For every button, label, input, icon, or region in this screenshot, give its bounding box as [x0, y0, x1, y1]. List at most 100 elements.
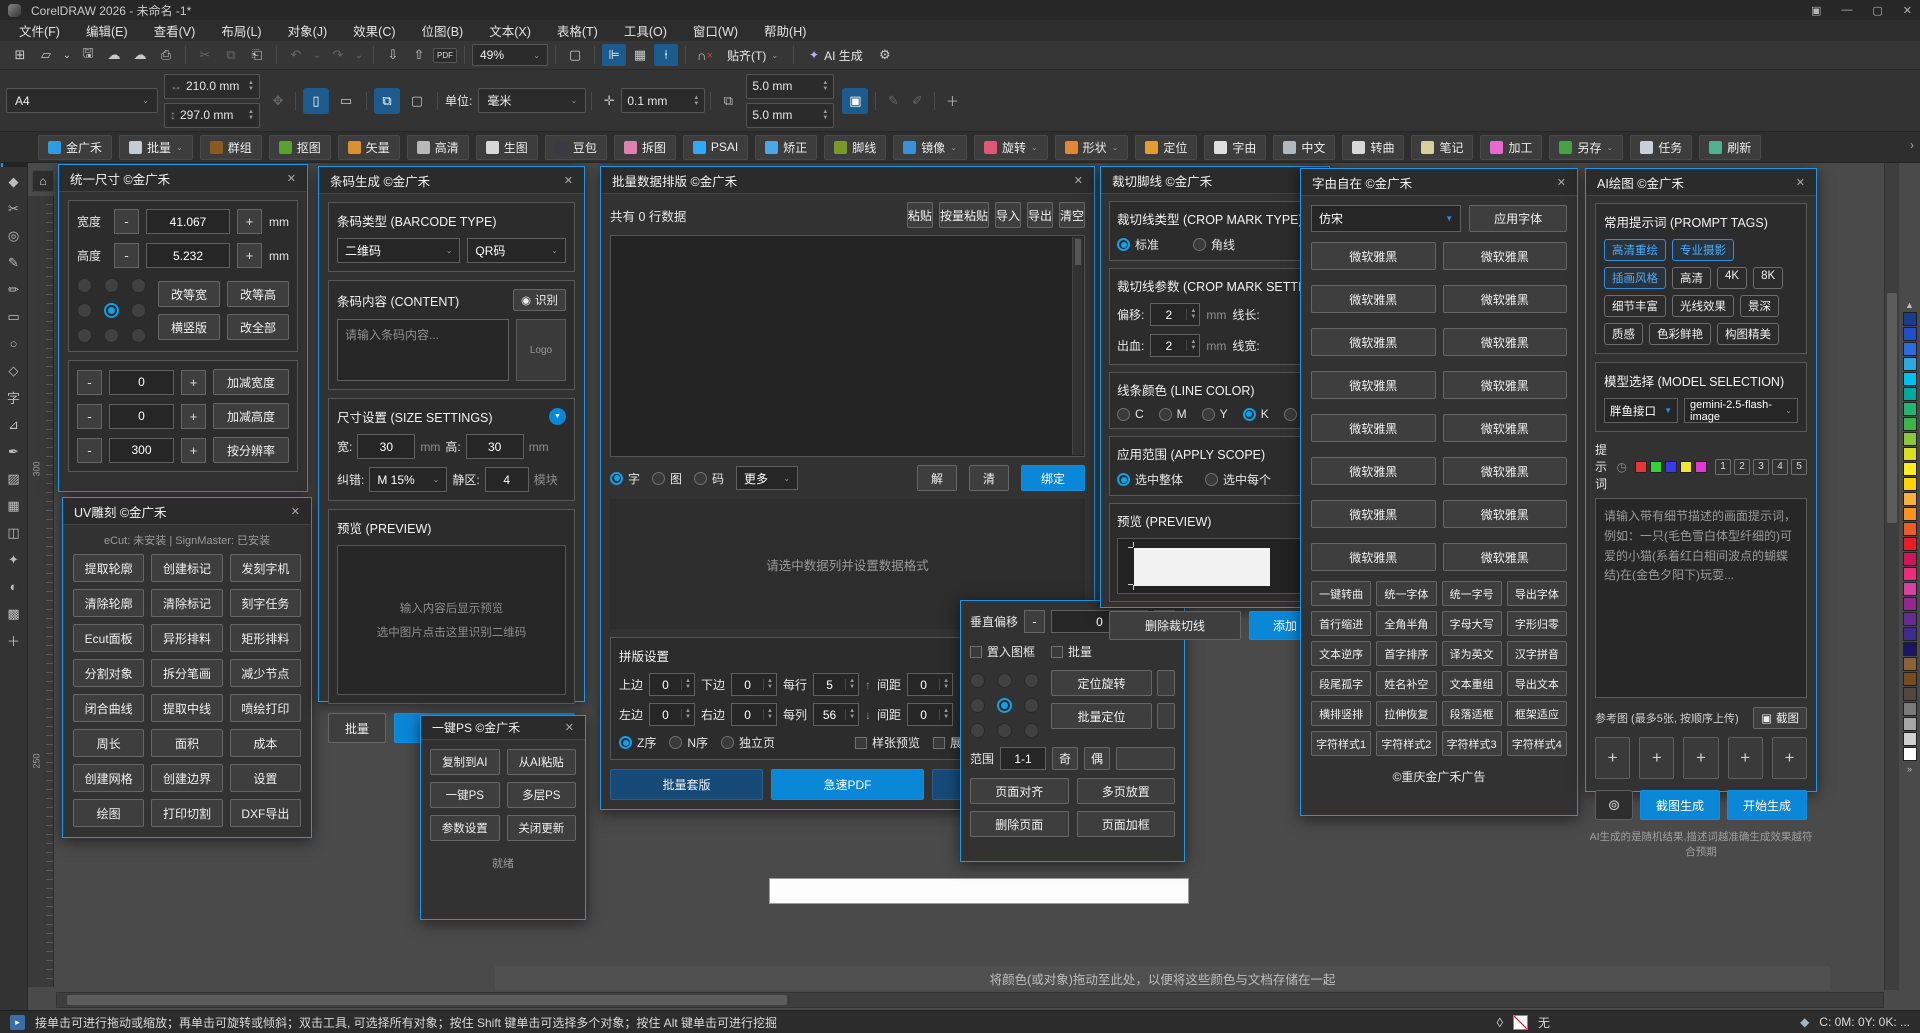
eyedropper-tool[interactable]: ✦ [1, 547, 27, 572]
text-tool-button[interactable]: 译为英文 [1442, 641, 1502, 666]
increase-button[interactable]: + [181, 404, 206, 429]
plugin-jinguanghe[interactable]: 金广禾 [38, 135, 112, 160]
outline-color-icon[interactable]: ◆ [1800, 1015, 1809, 1029]
transparency-tool[interactable]: ◐ [1, 574, 27, 599]
redo-icon[interactable]: ↷ [326, 44, 350, 66]
toolbar-overflow-icon[interactable]: › [1910, 138, 1914, 152]
api-select[interactable]: 胖鱼接口▼ [1604, 398, 1678, 423]
type-code-radio[interactable]: 码 [694, 470, 724, 487]
text-tool-button[interactable]: 统一字体 [1376, 581, 1436, 606]
copy-icon[interactable]: ⧉ [219, 44, 243, 66]
edit-fill-icon[interactable]: ✎ [881, 89, 905, 113]
cut-icon[interactable]: ✂ [193, 44, 217, 66]
palette-color[interactable] [1903, 612, 1917, 626]
anchor-dot[interactable] [131, 278, 146, 293]
range-value[interactable]: 1-1 [1000, 747, 1046, 770]
uv-action-button[interactable]: 刻字任务 [230, 589, 301, 617]
plugin-psai[interactable]: PSAI [683, 135, 748, 160]
rulers-toggle-icon[interactable]: ⊫ [602, 44, 626, 66]
uv-action-button[interactable]: 喷绘打印 [230, 694, 301, 722]
prompt-color-swatch[interactable] [1695, 461, 1707, 473]
z-order-radio[interactable]: Z序 [619, 734, 656, 751]
quiet-zone-value[interactable]: 4 [485, 467, 529, 492]
text-tool-button[interactable]: 字符样式1 [1311, 731, 1371, 756]
plugin-cutout[interactable]: 抠图 [269, 135, 331, 160]
position-rotate-button[interactable]: 定位旋转 [1051, 670, 1152, 696]
data-toolbar-button[interactable]: 粘贴 [907, 202, 933, 228]
data-toolbar-button[interactable]: 导入 [995, 202, 1021, 228]
text-tool-button[interactable]: 首字排序 [1376, 641, 1436, 666]
even-pages-button[interactable]: 偶 [1084, 747, 1110, 770]
barcode-content-input[interactable]: 请输入条码内容... [337, 319, 509, 381]
page-height-field[interactable]: ↕297.0 mm▲▼ [164, 103, 260, 128]
plugin-tocurve[interactable]: 转曲 [1342, 135, 1404, 160]
palette-color[interactable] [1903, 642, 1917, 656]
uv-action-button[interactable]: 提取轮廓 [73, 554, 144, 582]
shape-tool[interactable]: ◆ [1, 169, 27, 194]
logo-slot[interactable]: Logo [516, 319, 566, 381]
print-icon[interactable]: ⎙ [154, 44, 178, 66]
palette-color[interactable] [1903, 327, 1917, 341]
more-tools[interactable]: ＋ [1, 628, 27, 653]
clipped-button[interactable] [1116, 747, 1175, 770]
screenshot-button[interactable]: ▣截图 [1753, 707, 1807, 729]
font-preset-button[interactable]: 微软雅黑 [1311, 500, 1436, 528]
decrease-button[interactable]: - [77, 438, 102, 463]
add-height-button[interactable]: 加减高度 [213, 403, 289, 429]
error-correction-select[interactable]: M 15%⌄ [369, 467, 447, 492]
type-text-radio[interactable]: 字 [610, 470, 640, 487]
per-row-field[interactable]: 5▲▼ [813, 673, 859, 696]
home-icon[interactable]: ⌂ [32, 170, 54, 192]
batch-position-button[interactable]: 批量定位 [1051, 703, 1152, 729]
chevron-down-icon[interactable]: ⌄ [352, 44, 366, 66]
menu-item[interactable]: 效果(C) [340, 21, 408, 40]
treat-as-filled-icon[interactable]: ▣ [842, 88, 868, 114]
apply-font-button[interactable]: 应用字体 [1469, 205, 1567, 232]
ps-action-button[interactable]: 参数设置 [430, 815, 500, 841]
equal-width-button[interactable]: 改等宽 [158, 281, 220, 307]
prompt-tag[interactable]: 光线效果 [1672, 295, 1734, 317]
all-pages-icon[interactable]: ⧉ [374, 88, 400, 114]
palette-color[interactable] [1903, 522, 1917, 536]
data-toolbar-button[interactable]: 按量粘贴 [939, 202, 989, 228]
prompt-slot-number[interactable]: 5 [1791, 459, 1807, 475]
change-all-button[interactable]: 改全部 [227, 314, 289, 340]
text-tool-button[interactable]: 横排竖排 [1311, 701, 1371, 726]
top-margin-field[interactable]: 0▲▼ [649, 673, 695, 696]
height-increase-button[interactable]: + [237, 243, 262, 268]
text-tool-button[interactable]: 文本重组 [1442, 671, 1502, 696]
polygon-tool[interactable]: ◇ [1, 358, 27, 383]
type-image-radio[interactable]: 图 [652, 470, 682, 487]
portrait-icon[interactable]: ▯ [303, 88, 329, 114]
model-select[interactable]: gemini-2.5-flash-image⌄ [1684, 398, 1798, 423]
text-tool-button[interactable]: 字形归零 [1507, 611, 1567, 636]
palette-color[interactable] [1903, 387, 1917, 401]
plugin-vector[interactable]: 矢量 [338, 135, 400, 160]
cloud-download-icon[interactable]: ☁ [102, 44, 126, 66]
font-preset-button[interactable]: 微软雅黑 [1311, 285, 1436, 313]
text-tool-button[interactable]: 字符样式3 [1442, 731, 1502, 756]
width-increase-button[interactable]: + [237, 209, 262, 234]
add-width-button[interactable]: 加减宽度 [213, 369, 289, 395]
guidelines-toggle-icon[interactable]: ⍿ [654, 44, 678, 66]
palette-color[interactable] [1903, 492, 1917, 506]
add-preset-icon[interactable]: ＋ [940, 89, 964, 113]
prompt-tag[interactable]: 色彩鲜艳 [1649, 323, 1711, 345]
text-tool[interactable]: 字 [1, 385, 27, 410]
plugin-tasks[interactable]: 任务 [1630, 135, 1692, 160]
font-preset-button[interactable]: 微软雅黑 [1443, 242, 1568, 270]
menu-item[interactable]: 编辑(E) [73, 21, 141, 40]
plugin-genimage[interactable]: 生图 [476, 135, 538, 160]
plugin-position[interactable]: 定位 [1135, 135, 1197, 160]
menu-item[interactable]: 帮助(H) [751, 21, 819, 40]
anchor-dot[interactable] [77, 278, 92, 293]
anchor-dot[interactable] [970, 723, 985, 738]
close-icon[interactable]: ✕ [279, 172, 296, 185]
multi-page-place-button[interactable]: 多页放置 [1077, 778, 1176, 804]
uv-action-button[interactable]: 清除标记 [151, 589, 222, 617]
reference-image-slot[interactable]: + [1639, 737, 1674, 779]
corner-marks-radio[interactable]: 角线 [1193, 236, 1235, 253]
text-tool-button[interactable]: 字符样式4 [1507, 731, 1567, 756]
barcode-type-select[interactable]: 二维码⌄ [337, 238, 460, 263]
anchor-dot[interactable] [104, 328, 119, 343]
